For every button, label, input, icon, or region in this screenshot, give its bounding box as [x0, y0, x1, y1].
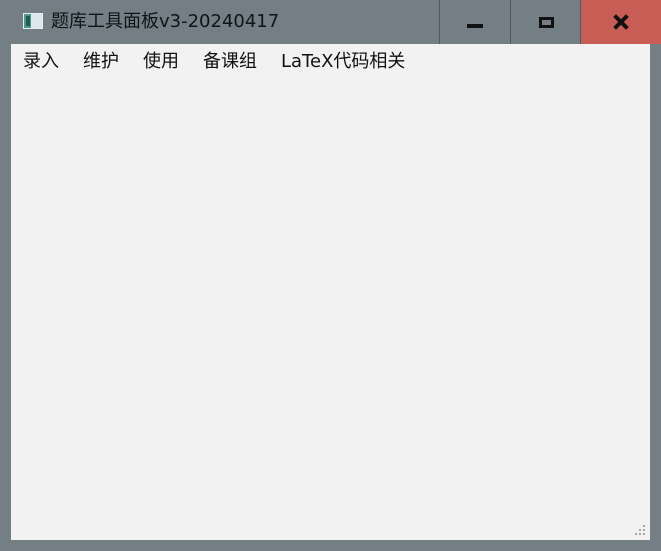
close-icon: [613, 14, 629, 30]
minimize-button[interactable]: [439, 0, 510, 44]
resize-grip-icon[interactable]: [635, 525, 647, 537]
app-window-icon: [23, 13, 43, 29]
app-window: 题库工具面板v3-20240417 录入 维护 使用 备课组 LaTeX代码相关: [0, 0, 661, 551]
menu-item-lesson-group[interactable]: 备课组: [191, 44, 269, 80]
menu-bar: 录入 维护 使用 备课组 LaTeX代码相关: [11, 44, 650, 80]
menu-item-use[interactable]: 使用: [131, 44, 191, 80]
menu-item-entry[interactable]: 录入: [11, 44, 71, 80]
minimize-icon: [467, 24, 483, 28]
title-bar[interactable]: 题库工具面板v3-20240417: [0, 0, 661, 44]
menu-item-maintenance[interactable]: 维护: [71, 44, 131, 80]
client-area: 录入 维护 使用 备课组 LaTeX代码相关: [11, 44, 650, 540]
close-button[interactable]: [580, 0, 661, 44]
maximize-icon: [538, 16, 554, 28]
window-title: 题库工具面板v3-20240417: [51, 11, 280, 32]
maximize-button[interactable]: [510, 0, 581, 44]
menu-item-latex[interactable]: LaTeX代码相关: [269, 44, 417, 80]
